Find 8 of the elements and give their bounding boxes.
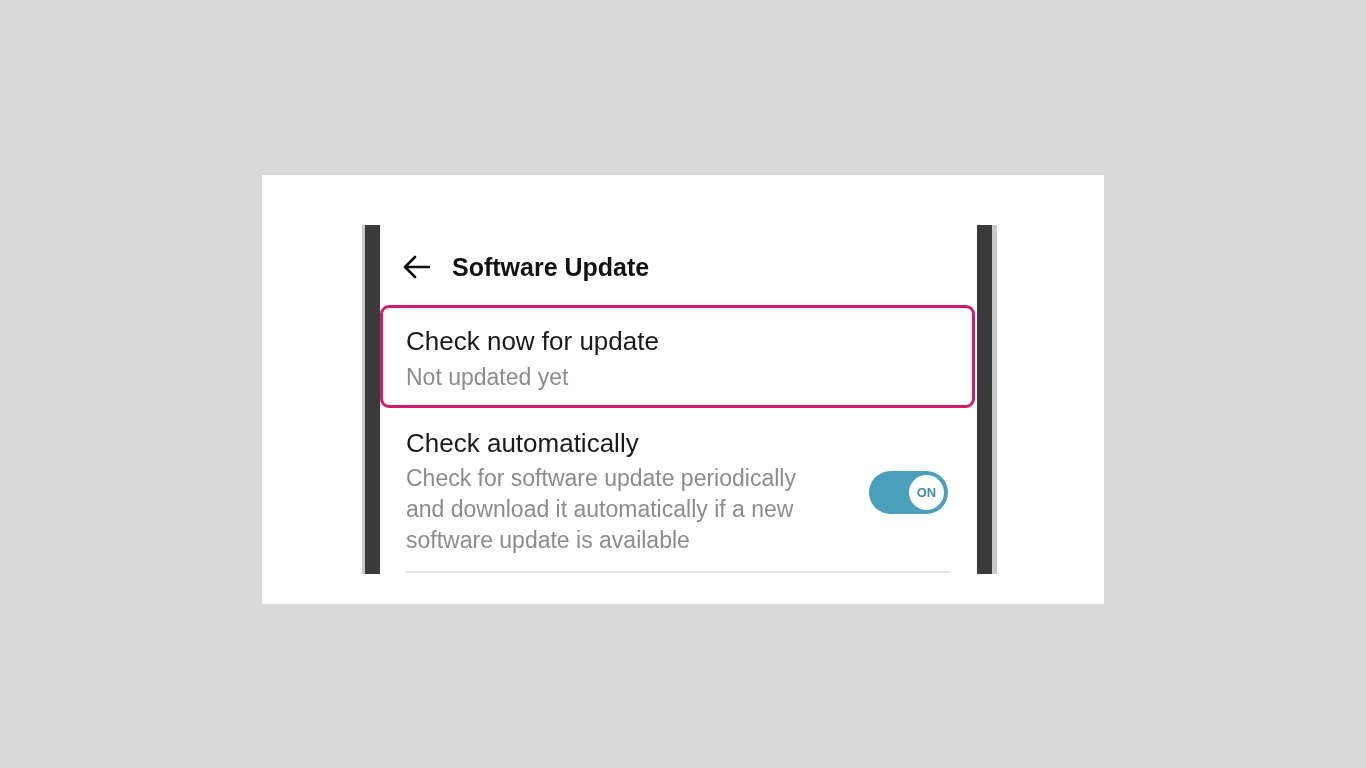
toggle-knob: ON — [909, 475, 944, 510]
setting-summary: Check for software update periodically and download it automatically if a new software update is available — [406, 464, 797, 555]
back-arrow-icon[interactable] — [402, 255, 430, 279]
setting-title: Check now for update — [406, 327, 659, 355]
screen-title: Software Update — [452, 253, 650, 281]
setting-summary: Not updated yet — [406, 365, 569, 389]
toggle-switch[interactable]: ON — [869, 471, 948, 514]
setting-title: Check automatically — [406, 429, 639, 457]
